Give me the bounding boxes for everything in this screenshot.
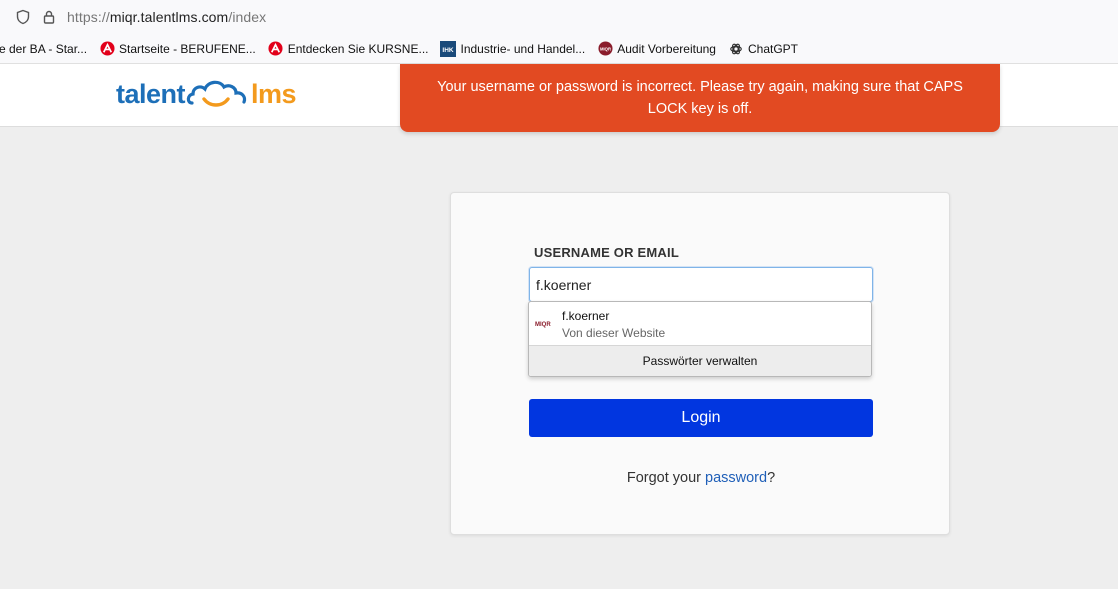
logo-text-lms: lms: [251, 78, 297, 109]
logo-text-talent: talent: [116, 78, 186, 109]
autofill-source: Von dieser Website: [562, 326, 666, 340]
ihk-icon-text: IHK: [443, 47, 455, 54]
miqr-favicon-icon: MIQR: [535, 322, 551, 328]
bookmark-label: ChatGPT: [747, 41, 798, 56]
bookmark-label: Startseite - BERUFENE...: [119, 41, 256, 56]
bookmark-ba[interactable]: e der BA - Star...: [0, 34, 87, 64]
browser-url-bar: https://miqr.talentlms.com/index: [0, 0, 1118, 34]
url-prefix: https://: [67, 9, 110, 25]
miqr-icon-text: MIQR: [600, 46, 611, 51]
bookmark-ihk[interactable]: IHK Industrie- und Handel...: [440, 34, 585, 64]
shield-icon[interactable]: [14, 8, 32, 26]
autofill-username: f.koerner: [562, 309, 610, 323]
login-button[interactable]: Login: [529, 399, 873, 437]
miqr-icon: MIQR: [597, 41, 613, 57]
bookmark-audit[interactable]: MIQR Audit Vorbereitung: [597, 34, 716, 64]
forgot-password-text: Forgot your password?: [451, 470, 951, 486]
bookmark-berufenet[interactable]: Startseite - BERUFENE...: [99, 34, 256, 64]
bookmark-label: Audit Vorbereitung: [617, 41, 716, 56]
lock-icon[interactable]: [40, 8, 58, 26]
manage-passwords-button[interactable]: Passwörter verwalten: [529, 345, 871, 376]
bookmark-label: e der BA - Star...: [0, 41, 88, 56]
username-input[interactable]: [529, 267, 873, 302]
forgot-prefix: Forgot your: [626, 470, 706, 486]
bookmarks-bar: e der BA - Star... Startseite - BERUFENE…: [0, 34, 1118, 64]
bookmark-label: Industrie- und Handel...: [460, 41, 586, 56]
bookmark-kursnet[interactable]: Entdecken Sie KURSNE...: [268, 34, 429, 64]
talentlms-logo[interactable]: talent lms: [116, 76, 297, 112]
ihk-icon: IHK: [440, 40, 457, 57]
bookmark-label: Entdecken Sie KURSNE...: [287, 41, 429, 56]
bookmark-chatgpt[interactable]: ChatGPT: [728, 34, 798, 64]
url-path: /index: [228, 9, 267, 25]
forgot-password-link[interactable]: password: [705, 470, 767, 486]
autofill-dropdown: MIQR f.koerner Von dieser Website Passwö…: [528, 301, 872, 377]
arbeitsagentur-icon: [99, 41, 115, 57]
autofill-suggestion[interactable]: MIQR f.koerner Von dieser Website: [529, 302, 871, 345]
error-message: Your username or password is incorrect. …: [437, 79, 963, 117]
url-host: miqr.talentlms.com: [109, 9, 229, 25]
chatgpt-icon: [728, 41, 744, 57]
forgot-suffix: ?: [767, 470, 776, 486]
arbeitsagentur-icon: [268, 41, 284, 57]
cloud-smile-icon: [186, 80, 247, 107]
username-label: USERNAME OR EMAIL: [534, 245, 679, 260]
url-field[interactable]: https://miqr.talentlms.com/index: [67, 9, 266, 25]
error-toast: Your username or password is incorrect. …: [400, 64, 1000, 132]
